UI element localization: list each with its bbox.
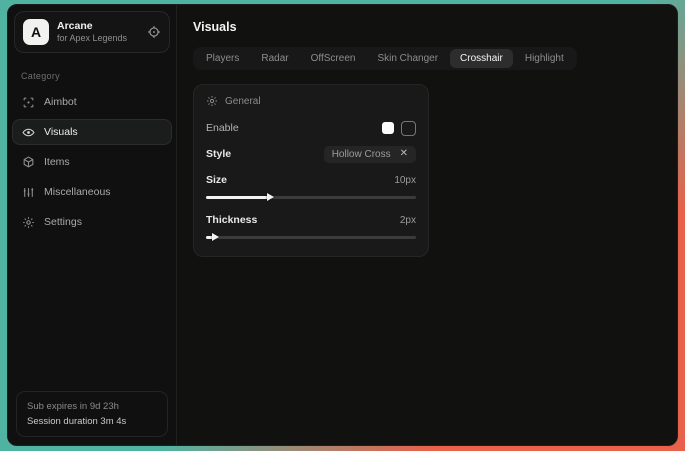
main-content: Visuals Players Radar OffScreen Skin Cha… <box>177 5 677 445</box>
tab-players[interactable]: Players <box>196 49 249 68</box>
style-value: Hollow Cross <box>332 149 391 160</box>
thickness-slider[interactable] <box>206 232 416 242</box>
sidebar: A Arcane for Apex Legends Category <box>8 5 177 445</box>
general-card-header: General <box>206 95 416 107</box>
tab-crosshair[interactable]: Crosshair <box>450 49 513 68</box>
tab-highlight[interactable]: Highlight <box>515 49 574 68</box>
enable-label: Enable <box>206 122 239 134</box>
general-card-title: General <box>225 96 261 107</box>
thickness-label: Thickness <box>206 214 257 226</box>
app-logo: A <box>23 19 49 45</box>
sidebar-item-aimbot[interactable]: Aimbot <box>12 89 172 115</box>
close-icon[interactable]: ✕ <box>400 149 408 159</box>
enable-checkbox[interactable] <box>401 121 416 136</box>
tab-skin-changer[interactable]: Skin Changer <box>367 49 448 68</box>
sidebar-item-label: Aimbot <box>44 96 77 108</box>
style-select[interactable]: Hollow Cross ✕ <box>324 146 416 163</box>
sub-expires-text: Sub expires in 9d 23h <box>27 399 157 414</box>
app-name: Arcane <box>57 20 139 33</box>
target-icon[interactable] <box>147 25 161 39</box>
tab-offscreen[interactable]: OffScreen <box>301 49 366 68</box>
thickness-value: 2px <box>400 215 416 226</box>
sidebar-item-label: Visuals <box>44 126 78 138</box>
tab-radar[interactable]: Radar <box>251 49 298 68</box>
general-settings-card: General Enable Style Hollow Cross ✕ Size… <box>193 84 429 257</box>
page-title: Visuals <box>193 20 661 34</box>
items-icon <box>22 156 35 169</box>
size-slider-thumb[interactable] <box>267 193 274 201</box>
visuals-icon <box>22 126 35 139</box>
category-label: Category <box>21 71 176 81</box>
size-label: Size <box>206 174 227 186</box>
size-slider-fill <box>206 196 269 199</box>
app-meta: Arcane for Apex Legends <box>57 20 139 44</box>
settings-icon <box>22 216 35 229</box>
app-header-card: A Arcane for Apex Legends <box>14 11 170 53</box>
subscription-card: Sub expires in 9d 23h Session duration 3… <box>16 391 168 437</box>
size-row: Size 10px <box>206 170 416 190</box>
enable-row: Enable <box>206 118 416 138</box>
misc-icon <box>22 186 35 199</box>
thickness-slider-thumb[interactable] <box>212 233 219 241</box>
size-value: 10px <box>394 175 416 186</box>
aimbot-icon <box>22 96 35 109</box>
style-label: Style <box>206 148 231 160</box>
app-window: A Arcane for Apex Legends Category <box>7 4 678 446</box>
sidebar-item-visuals[interactable]: Visuals <box>12 119 172 145</box>
thickness-slider-track <box>206 236 416 239</box>
sidebar-item-miscellaneous[interactable]: Miscellaneous <box>12 179 172 205</box>
style-row: Style Hollow Cross ✕ <box>206 144 416 164</box>
sidebar-item-label: Miscellaneous <box>44 186 111 198</box>
thickness-row: Thickness 2px <box>206 210 416 230</box>
sidebar-item-label: Settings <box>44 216 82 228</box>
color-swatch[interactable] <box>382 122 394 134</box>
sidebar-item-settings[interactable]: Settings <box>12 209 172 235</box>
gear-icon <box>206 95 218 107</box>
size-slider[interactable] <box>206 192 416 202</box>
visuals-tabbar: Players Radar OffScreen Skin Changer Cro… <box>193 47 577 70</box>
sidebar-item-items[interactable]: Items <box>12 149 172 175</box>
sidebar-item-label: Items <box>44 156 70 168</box>
app-subtitle: for Apex Legends <box>57 33 139 44</box>
sidebar-nav: Aimbot Visuals Items <box>8 89 176 235</box>
session-duration-text: Session duration 3m 4s <box>27 414 157 429</box>
